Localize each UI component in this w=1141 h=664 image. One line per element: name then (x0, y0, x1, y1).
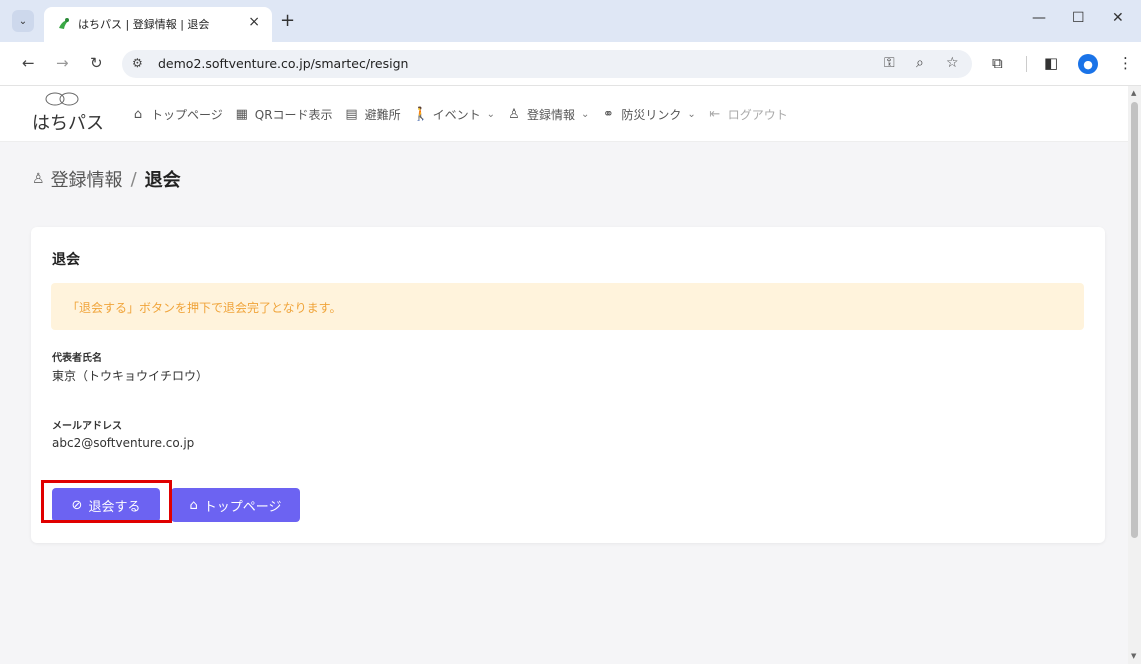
tab-search-icon[interactable]: ⌄ (12, 10, 34, 32)
tab-title: はちパス | 登録情報 | 退会 (78, 18, 210, 31)
nav-label: トップページ (151, 107, 223, 122)
chevron-down-icon: ⌄ (486, 108, 495, 120)
scroll-up-icon[interactable]: ▲ (1131, 89, 1136, 97)
favicon-icon (59, 18, 69, 29)
site-header: はちパス ⌂ トップページ ▦ QRコード表示 ▤ 避難所 🚶 イベント ⌄ ♙… (0, 86, 1128, 142)
logout-icon: ⇤ (709, 106, 721, 122)
logo-text: はちパス (32, 113, 104, 134)
site-info-icon[interactable]: ⚙ (132, 56, 143, 70)
logo-mark-icon (45, 92, 79, 106)
maximize-button[interactable]: ☐ (1072, 10, 1085, 26)
warning-alert: 「退会する」ボタンを押下で退会完了となります。 (51, 283, 1084, 330)
nav-label: 防災リンク (621, 107, 682, 122)
new-tab-button[interactable]: + (280, 10, 295, 31)
chevron-down-icon: ⌄ (581, 108, 590, 120)
highlight-annotation (41, 480, 172, 523)
zoom-icon[interactable]: ⌕ (916, 55, 924, 71)
representative-name-label: 代表者氏名 (52, 353, 102, 364)
breadcrumb-separator: / (130, 168, 137, 190)
side-panel-icon[interactable]: ◧ (1044, 54, 1058, 72)
scroll-thumb[interactable] (1131, 102, 1138, 538)
representative-name-value: 東京（トウキョウイチロウ） (52, 369, 209, 383)
address-bar[interactable]: ⚙ demo2.softventure.co.jp/smartec/resign… (122, 50, 972, 78)
walker-icon: 🚶 (412, 106, 429, 122)
nav-item-logout[interactable]: ⇤ ログアウト (708, 106, 788, 123)
user-icon: ♙ (508, 106, 520, 122)
page-scrollbar[interactable]: ▲ ▼ (1128, 86, 1141, 664)
reload-icon[interactable]: ↻ (90, 54, 103, 72)
star-icon[interactable]: ☆ (946, 55, 959, 71)
email-label: メールアドレス (52, 421, 122, 432)
browser-tab-strip: ⌄ はちパス | 登録情報 | 退会 × + — ☐ ✕ (0, 0, 1141, 42)
nav-item-qr[interactable]: ▦ QRコード表示 (235, 106, 333, 123)
nav-label: 避難所 (364, 107, 401, 122)
scroll-down-icon[interactable]: ▼ (1131, 652, 1136, 660)
card-title: 退会 (52, 252, 80, 268)
url-text[interactable]: demo2.softventure.co.jp/smartec/resign (158, 56, 408, 71)
building-icon: ▤ (345, 106, 358, 122)
nav-label: イベント (432, 107, 481, 122)
nav-label: 登録情報 (526, 107, 575, 122)
qr-icon: ▦ (235, 106, 248, 122)
email-value: abc2@softventure.co.jp (52, 436, 195, 450)
alert-text: 「退会する」ボタンを押下で退会完了となります。 (67, 301, 342, 315)
nav-item-event[interactable]: 🚶 イベント ⌄ (413, 106, 495, 123)
home-icon: ⌂ (189, 497, 198, 513)
browser-toolbar: ← → ↻ ⚙ demo2.softventure.co.jp/smartec/… (0, 42, 1141, 86)
user-icon: ♙ (32, 171, 45, 187)
back-icon[interactable]: ← (22, 54, 35, 72)
nav-label: QRコード表示 (254, 107, 333, 122)
minimize-button[interactable]: — (1032, 10, 1046, 26)
key-icon[interactable]: ⚿ (884, 55, 895, 71)
resign-card: 退会 「退会する」ボタンを押下で退会完了となります。 代表者氏名 東京（トウキョ… (31, 227, 1105, 543)
top-page-button[interactable]: ⌂ トップページ (171, 488, 300, 522)
nav-label: ログアウト (727, 107, 788, 122)
nav-item-top-page[interactable]: ⌂ トップページ (131, 106, 223, 123)
nav-item-registration[interactable]: ♙ 登録情報 ⌄ (507, 106, 589, 123)
nav-item-shelter[interactable]: ▤ 避難所 (345, 106, 401, 123)
site-logo[interactable]: はちパス (32, 90, 104, 136)
breadcrumb: ♙ 登録情報 / 退会 (32, 166, 181, 192)
close-window-button[interactable]: ✕ (1112, 10, 1124, 26)
profile-icon[interactable]: ● (1078, 54, 1098, 74)
chevron-down-icon: ⌄ (687, 108, 696, 120)
link-icon: ⚭ (602, 106, 614, 122)
top-page-button-label: トップページ (203, 499, 282, 515)
forward-icon[interactable]: → (56, 54, 69, 72)
nav-item-disaster-link[interactable]: ⚭ 防災リンク ⌄ (601, 106, 696, 123)
menu-icon[interactable]: ⋮ (1118, 54, 1133, 72)
browser-tab[interactable]: はちパス | 登録情報 | 退会 × (44, 7, 272, 42)
home-icon: ⌂ (133, 106, 143, 122)
main-nav: ⌂ トップページ ▦ QRコード表示 ▤ 避難所 🚶 イベント ⌄ ♙ 登録情報… (131, 104, 800, 124)
breadcrumb-parent[interactable]: 登録情報 (51, 166, 123, 192)
extensions-icon[interactable]: ⧉ (992, 54, 1003, 72)
toolbar-divider (1026, 56, 1027, 72)
page-title: 退会 (144, 170, 181, 191)
tab-close-icon[interactable]: × (248, 14, 260, 30)
